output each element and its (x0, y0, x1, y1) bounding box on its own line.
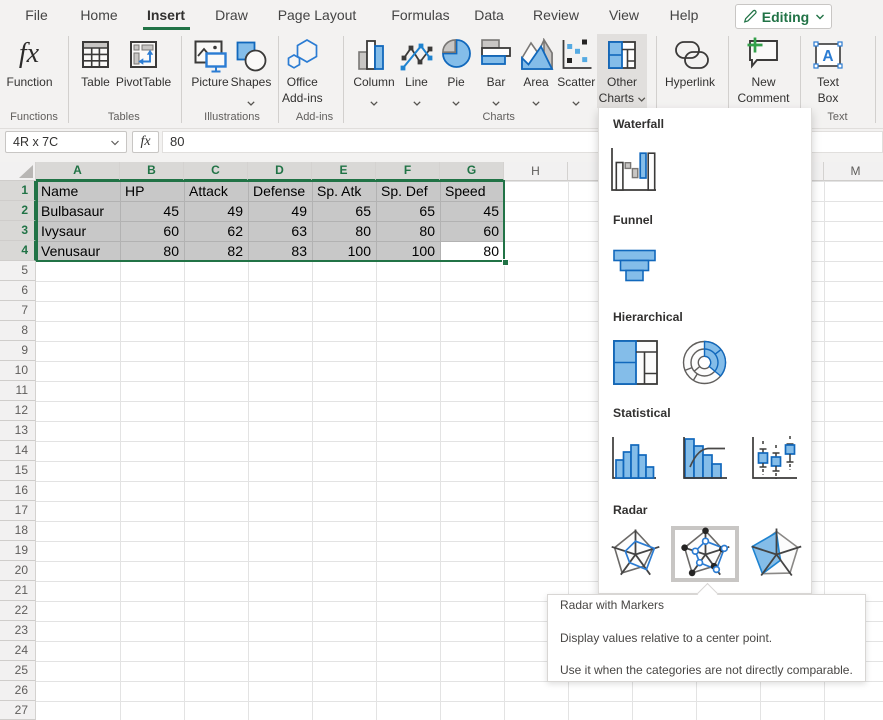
svg-text:A: A (822, 48, 833, 65)
